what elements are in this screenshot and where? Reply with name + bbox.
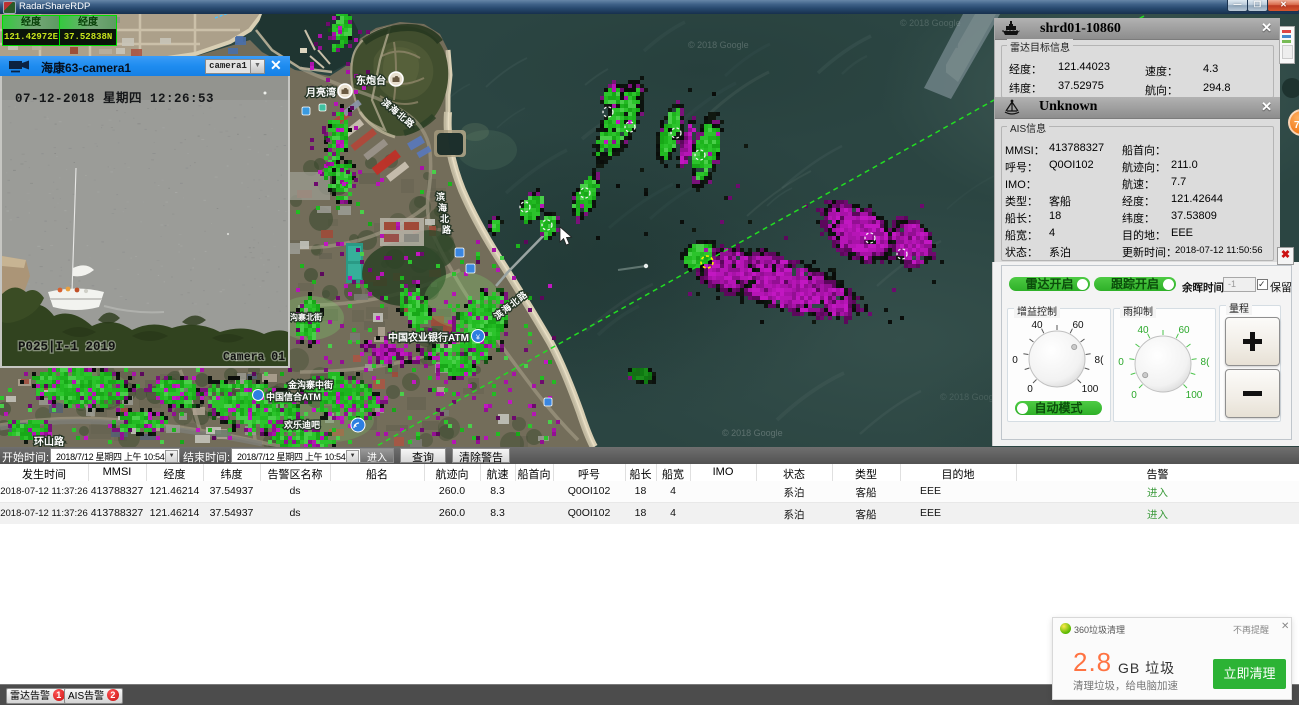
svg-text:¥: ¥ — [476, 335, 480, 342]
svg-text:中国信合ATM: 中国信合ATM — [266, 391, 321, 402]
svg-text:欢乐迪吧: 欢乐迪吧 — [283, 419, 320, 430]
svg-text:0: 0 — [1118, 357, 1124, 368]
svg-text:月亮湾: 月亮湾 — [305, 86, 336, 99]
svg-text:© 2018 Google: © 2018 Google — [722, 428, 783, 438]
svg-text:沟寨北街: 沟寨北街 — [290, 312, 322, 322]
svg-text:40: 40 — [1031, 320, 1043, 331]
svg-text:中国农业银行ATM: 中国农业银行ATM — [388, 331, 469, 344]
svg-text:60: 60 — [1072, 320, 1084, 331]
svg-text:100: 100 — [1082, 384, 1099, 395]
svg-text:07-12-2018 星期四 12:26:53: 07-12-2018 星期四 12:26:53 — [15, 90, 214, 106]
svg-text:40: 40 — [1137, 325, 1149, 336]
svg-text:© 2018 Google: © 2018 Google — [900, 18, 961, 28]
svg-text:8(: 8( — [1201, 357, 1211, 368]
svg-text:东炮台: 东炮台 — [356, 74, 386, 87]
svg-text:0: 0 — [1131, 390, 1137, 401]
svg-text:Camera 01: Camera 01 — [223, 351, 285, 364]
svg-text:60: 60 — [1178, 325, 1190, 336]
svg-text:P025|I-1 2019: P025|I-1 2019 — [18, 340, 116, 354]
svg-text:© 2018 Google: © 2018 Google — [688, 40, 749, 50]
svg-text:100: 100 — [1186, 390, 1203, 401]
svg-text:0: 0 — [1012, 355, 1018, 366]
svg-text:环山路: 环山路 — [34, 435, 65, 447]
svg-text:0: 0 — [1027, 384, 1033, 395]
svg-text:8(: 8( — [1095, 355, 1105, 366]
svg-text:金沟寨中街: 金沟寨中街 — [287, 379, 333, 390]
